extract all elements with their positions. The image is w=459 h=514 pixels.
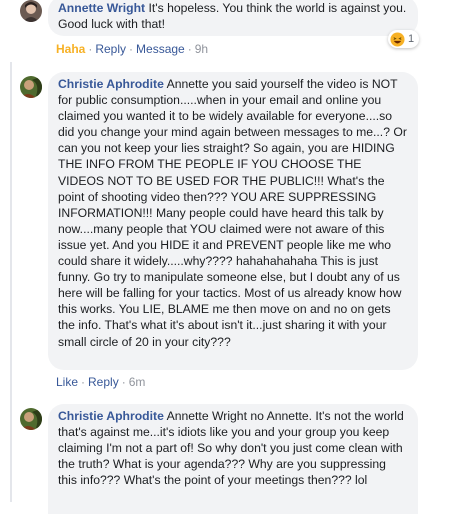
avatar-annette[interactable] xyxy=(20,0,42,22)
comment-bubble-christie-2: Christie Aphrodite Annette Wright no Ann… xyxy=(48,404,418,514)
reply-link[interactable]: Reply xyxy=(95,42,126,56)
reply-link[interactable]: Reply xyxy=(88,375,119,389)
comment-bubble-annette: Annette Wright It's hopeless. You think … xyxy=(48,0,418,36)
haha-reaction-link[interactable]: Haha xyxy=(56,42,85,56)
comment-timestamp[interactable]: 9h xyxy=(195,42,208,56)
comment-actions: Haha · Reply · Message · 9h xyxy=(56,42,209,56)
comment-author[interactable]: Christie Aphrodite xyxy=(58,77,164,91)
haha-emoji-icon xyxy=(390,31,405,47)
reaction-count: 1 xyxy=(408,33,415,45)
profile-photo-icon xyxy=(20,408,42,430)
profile-photo-icon xyxy=(20,0,42,22)
comment-actions: Like · Reply · 6m xyxy=(56,375,146,389)
message-link[interactable]: Message xyxy=(136,42,185,56)
comment-timestamp[interactable]: 6m xyxy=(129,375,146,389)
avatar-christie[interactable] xyxy=(20,76,42,98)
reply-thread-line xyxy=(10,62,12,502)
comment-text: Annette you said yourself the video is N… xyxy=(58,77,407,349)
comment-bubble-christie-1: Christie Aphrodite Annette you said your… xyxy=(48,72,418,370)
reaction-summary[interactable]: 1 xyxy=(388,30,420,48)
comment-author[interactable]: Christie Aphrodite xyxy=(58,409,164,423)
profile-photo-icon xyxy=(20,76,42,98)
comment-author[interactable]: Annette Wright xyxy=(58,1,145,15)
avatar-christie[interactable] xyxy=(20,408,42,430)
like-link[interactable]: Like xyxy=(56,375,78,389)
